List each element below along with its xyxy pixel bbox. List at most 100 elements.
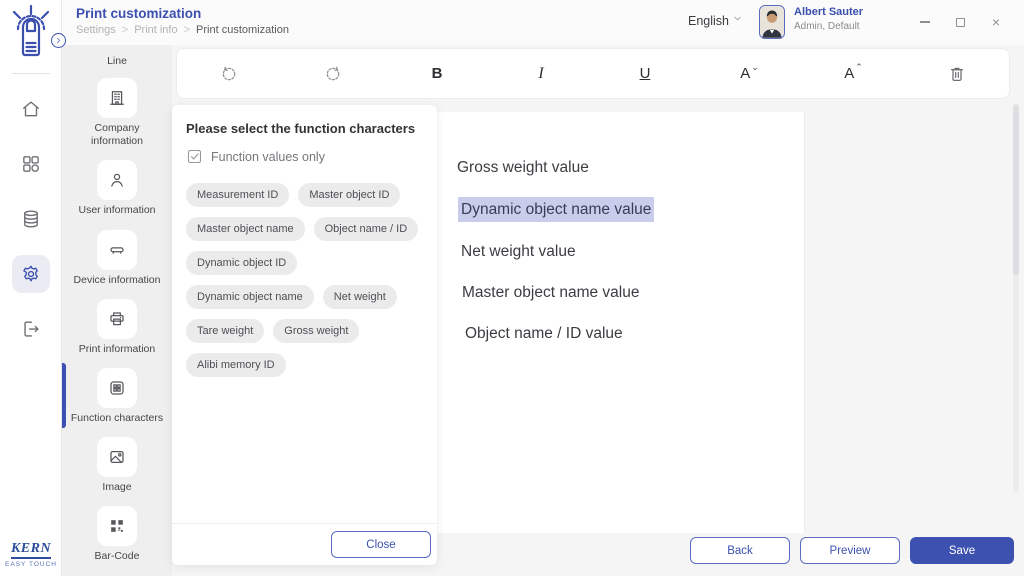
icon-card	[97, 230, 137, 270]
avatar[interactable]	[759, 5, 785, 39]
function-panel: Please select the function characters Fu…	[172, 105, 437, 565]
breadcrumb: Settings>Print info>Print customization	[76, 24, 289, 36]
chip-list: Measurement ID Master object ID Master obj…	[186, 183, 423, 377]
language-label: English	[688, 14, 729, 28]
font-increase-chevron-icon: ⌃	[855, 62, 863, 73]
image-icon	[107, 447, 127, 467]
sidebar-expand-button[interactable]	[51, 33, 66, 48]
maximize-button[interactable]	[950, 12, 970, 32]
editor-line-text: Master object name value	[462, 281, 639, 304]
print-editor[interactable]: Gross weight value Dynamic object name va…	[437, 112, 805, 533]
sidebar-item-label: Image	[102, 481, 131, 494]
sidebar-item-print-information[interactable]: Print information	[62, 299, 172, 356]
close-button[interactable]: ×	[986, 12, 1006, 32]
function-values-checkbox[interactable]: Function values only	[186, 148, 423, 165]
underline-label: U	[640, 65, 651, 82]
delete-icon[interactable]	[936, 53, 978, 95]
function-chip[interactable]: Alibi memory ID	[186, 353, 286, 377]
sidebar-divider	[12, 73, 50, 74]
breadcrumb-separator: >	[184, 24, 190, 36]
save-button[interactable]: Save	[910, 537, 1014, 564]
editor-line[interactable]: Master object name value	[457, 281, 804, 304]
sidebar-item-line[interactable]: Line	[62, 51, 172, 68]
font-increase-button[interactable]: A⌃	[832, 53, 874, 95]
editor-line[interactable]: Net weight value	[457, 240, 804, 263]
function-chip[interactable]: Dynamic object ID	[186, 251, 297, 275]
function-chip[interactable]: Tare weight	[186, 319, 264, 343]
bold-label: B	[432, 65, 443, 82]
undo-icon[interactable]	[208, 53, 250, 95]
nav-logout[interactable]	[12, 310, 50, 348]
icon-card	[97, 299, 137, 339]
function-chip[interactable]: Object name / ID	[314, 217, 419, 241]
sidebar-item-function-characters[interactable]: Function characters	[62, 368, 172, 425]
sidebar-item-label: Device information	[74, 274, 161, 287]
editor-line-text: Gross weight value	[457, 156, 589, 179]
sidebar-item-label: Line	[107, 55, 127, 68]
function-panel-footer: Close	[172, 523, 437, 565]
sidebar-item-image[interactable]: Image	[62, 437, 172, 494]
page-title: Print customization	[76, 6, 201, 21]
function-chip[interactable]: Net weight	[323, 285, 397, 309]
barcode-icon	[107, 516, 127, 536]
section-list: Line Company information User information D…	[62, 45, 172, 575]
editor-line-selected[interactable]: Dynamic object name value	[457, 197, 804, 222]
nav-apps[interactable]	[12, 145, 50, 183]
brand-logo: KERN EASY TOUCH	[0, 539, 62, 568]
brand-subtitle: EASY TOUCH	[0, 561, 62, 568]
logout-icon	[20, 318, 42, 340]
nav-database[interactable]	[12, 200, 50, 238]
editor-line[interactable]: Gross weight value	[457, 156, 804, 179]
sidebar-item-user-information[interactable]: User information	[62, 160, 172, 217]
breadcrumb-item[interactable]: Settings	[76, 24, 116, 36]
function-chip[interactable]: Gross weight	[273, 319, 359, 343]
function-chip[interactable]: Dynamic object name	[186, 285, 314, 309]
printer-icon	[107, 309, 127, 329]
secondary-sidebar: Line Company information User information D…	[62, 45, 172, 576]
sidebar-item-device-information[interactable]: Device information	[62, 230, 172, 287]
back-button[interactable]: Back	[690, 537, 790, 564]
editor-line[interactable]: Object name / ID value	[457, 322, 804, 345]
close-panel-button[interactable]: Close	[331, 531, 431, 558]
checkbox-label: Function values only	[211, 150, 325, 164]
function-chip[interactable]: Measurement ID	[186, 183, 289, 207]
font-increase-label: A	[844, 65, 854, 82]
preview-button[interactable]: Preview	[800, 537, 900, 564]
app-header: Print customization Settings>Print info>…	[62, 0, 1024, 45]
checkbox-checked-icon	[186, 148, 203, 165]
vertical-scrollbar[interactable]	[1013, 103, 1019, 493]
user-role: Admin, Default	[794, 21, 860, 32]
database-icon	[20, 208, 42, 230]
breadcrumb-item: Print customization	[196, 24, 289, 36]
toolbar: BIUA⌄A⌃	[176, 48, 1010, 99]
italic-button[interactable]: I	[520, 53, 562, 95]
scrollbar-thumb[interactable]	[1013, 105, 1019, 275]
redo-icon[interactable]	[312, 53, 354, 95]
function-chip[interactable]: Master object ID	[298, 183, 400, 207]
language-selector[interactable]: English	[688, 12, 744, 30]
editor-line-text: Dynamic object name value	[458, 197, 654, 222]
home-icon	[20, 98, 42, 120]
function-panel-title: Please select the function characters	[186, 121, 423, 136]
underline-button[interactable]: U	[624, 53, 666, 95]
device-icon	[107, 240, 127, 260]
sidebar-item-label: Print information	[79, 343, 155, 356]
bold-button[interactable]: B	[416, 53, 458, 95]
minimize-button[interactable]	[915, 12, 935, 32]
function-grid-icon	[107, 378, 127, 398]
italic-label: I	[538, 65, 543, 83]
editor-footer: Back Preview Save	[437, 533, 1024, 568]
icon-card	[97, 160, 137, 200]
breadcrumb-item[interactable]: Print info	[134, 24, 177, 36]
nav-settings[interactable]	[12, 255, 50, 293]
font-decrease-button[interactable]: A⌄	[728, 53, 770, 95]
touch-logo-icon	[7, 5, 55, 61]
font-decrease-label: A	[740, 65, 750, 82]
undo-icon	[219, 64, 239, 84]
function-chip[interactable]: Master object name	[186, 217, 305, 241]
close-icon: ×	[992, 14, 1000, 30]
nav-home[interactable]	[12, 90, 50, 128]
active-indicator	[62, 363, 66, 428]
sidebar-item-company-information[interactable]: Company information	[62, 78, 172, 148]
sidebar-item-bar-code[interactable]: Bar-Code	[62, 506, 172, 563]
